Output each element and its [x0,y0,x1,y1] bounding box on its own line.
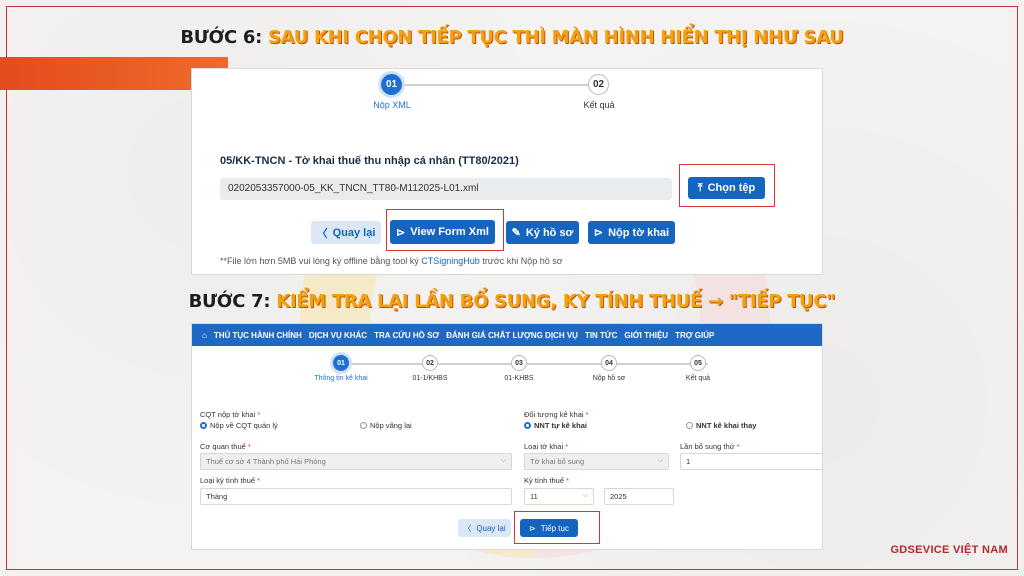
radio-cqt-managed[interactable]: Nộp về CQT quản lý [200,421,278,430]
radio-icon [200,422,207,429]
step-1-dot: 01 [381,74,402,95]
period-month-select[interactable]: 11 ⌵ [524,488,594,505]
radio-cqt-visiting[interactable]: Nộp vãng lai [360,421,412,430]
step-3-label: 01-KHBS [504,375,534,382]
upload-icon: ⤒ [697,181,703,194]
file-name-field[interactable]: 0202053357000-05_KK_TNCN_TT80-M112025-L0… [220,178,672,200]
period-year-input[interactable]: 2025 [604,488,674,505]
play-icon: ⊳ [529,523,536,533]
pen-icon: ✎ [511,227,521,239]
cqt-label: CQT nộp tờ khai * [200,410,261,419]
loaitk-label: Loại tờ khai * [524,442,569,451]
radio-icon [524,422,531,429]
chevron-left-icon: 〈 [463,523,472,533]
view-form-xml-button[interactable]: ⊳ View Form Xml [390,220,495,244]
radio-icon [360,422,367,429]
step-1-dot: 01 [333,355,349,371]
nav-lookup[interactable]: TRA CỨU HỒ SƠ [374,331,439,340]
chevron-down-icon: ⌵ [657,457,663,464]
step7-title: BƯỚC 7: KIỂM TRA LẠI LẦN BỔ SUNG, KỲ TÍN… [188,291,836,312]
kytt-label: Kỳ tính thuế * [524,476,570,485]
chevron-down-icon: ⌵ [582,492,588,499]
sign-button[interactable]: ✎ Ký hồ sơ [506,221,579,244]
stepper-line [350,363,708,365]
nav-about[interactable]: GIỚI THIỆU [624,331,668,340]
tax-office-select[interactable]: Thuế cơ sở 4 Thành phố Hải Phòng ⌵ [200,453,512,470]
radio-proxy-declare[interactable]: NNT kê khai thay [686,421,756,430]
xml-submit-panel: 01 02 Nộp XML Kết quả 05/KK-TNCN - Tờ kh… [191,68,823,275]
step-2-dot: 02 [422,355,438,371]
step-5-dot: 05 [690,355,706,371]
brand-label: GDSEVICE VIỆT NAM [890,544,1008,556]
nav-other-services[interactable]: DỊCH VỤ KHÁC [309,331,367,340]
doituong-label: Đối tượng kê khai * [524,410,589,419]
nav-news[interactable]: TIN TỨC [585,331,617,340]
declaration-info-panel: ⌂ THỦ TỤC HÀNH CHÍNH DỊCH VỤ KHÁC TRA CỨ… [191,323,823,550]
play-icon: ⊳ [593,227,604,239]
coquan-label: Cơ quan thuế * [200,442,251,451]
back-button[interactable]: 〈 Quay lại [458,519,511,537]
step-1-label: Thông tin kê khai [314,375,368,382]
loaiky-label: Loại kỳ tính thuế * [200,476,261,485]
top-navbar: ⌂ THỦ TỤC HÀNH CHÍNH DỊCH VỤ KHÁC TRA CỨ… [192,324,822,346]
nav-admin-procedures[interactable]: THỦ TỤC HÀNH CHÍNH [214,331,302,340]
back-button[interactable]: 〈 Quay lại [311,221,381,244]
continue-button[interactable]: ⊳ Tiếp tục [520,519,578,537]
radio-icon [686,422,693,429]
supplement-number-input[interactable]: 1 [680,453,822,470]
step-5-label: Kết quả [685,375,711,382]
nav-rating[interactable]: ĐÁNH GIÁ CHẤT LƯỢNG DỊCH VỤ [446,331,578,340]
chevron-down-icon: ⌵ [500,457,506,464]
signing-hub-link[interactable]: CTSigningHub [421,256,480,266]
choose-file-button[interactable]: ⤒ Chọn tệp [688,177,765,199]
step-3-dot: 03 [511,355,527,371]
declaration-type-select[interactable]: Tờ khai bổ sung ⌵ [524,453,669,470]
size-note: **File lớn hơn 5MB vui lòng ký offline b… [220,256,563,266]
step-2-label: Kết quả [583,100,615,110]
submit-declaration-button[interactable]: ⊳ Nộp tờ khai [588,221,675,244]
step6-title: BƯỚC 6: SAU KHI CHỌN TIẾP TỤC THÌ MÀN HÌ… [180,27,844,48]
step-4-dot: 04 [601,355,617,371]
step-4-label: Nộp hồ sơ [592,375,626,382]
period-type-select[interactable]: Tháng [200,488,512,505]
radio-self-declare[interactable]: NNT tự kê khai [524,421,587,430]
chevron-left-icon: 〈 [316,227,328,240]
form-title: 05/KK-TNCN - Tờ khai thuế thu nhập cá nh… [220,155,519,167]
step-1-label: Nộp XML [373,100,411,110]
stepper-line [402,84,598,86]
step-2-dot: 02 [588,74,609,95]
step-2-label: 01-1/KHBS [412,375,448,382]
home-icon[interactable]: ⌂ [202,331,207,340]
play-icon: ⊳ [396,226,406,239]
lanbs-label: Lần bổ sung thứ * [680,442,740,451]
nav-help[interactable]: TRỢ GIÚP [675,331,714,340]
